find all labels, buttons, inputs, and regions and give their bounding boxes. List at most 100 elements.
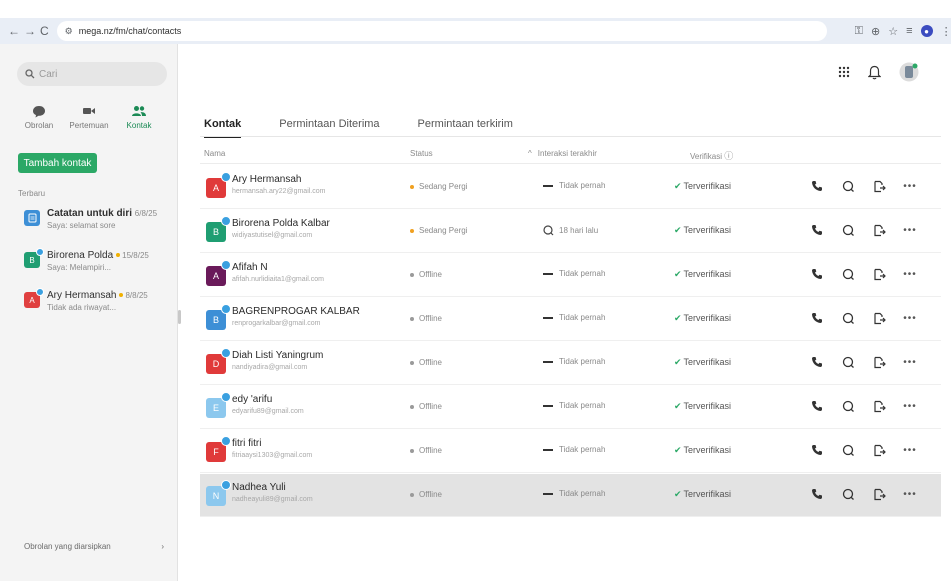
- chat-icon[interactable]: [841, 179, 855, 193]
- tab-permintaan-diterima[interactable]: Permintaan Diterima: [279, 118, 379, 130]
- chat-item-ary[interactable]: A Ary Hermansah 8/8/25 Tidak ada riwayat.…: [24, 288, 174, 324]
- status-badge: Offline: [410, 446, 442, 455]
- password-key-icon[interactable]: ⚿: [855, 25, 863, 38]
- recent-label: Terbaru: [18, 189, 46, 198]
- call-icon[interactable]: [810, 487, 824, 501]
- chat-title: Birorena Polda: [47, 250, 114, 261]
- reload-icon[interactable]: C: [40, 22, 49, 40]
- zoom-icon[interactable]: ⊕: [871, 25, 880, 38]
- send-file-icon[interactable]: [872, 355, 886, 369]
- more-options-icon[interactable]: •••: [903, 399, 917, 413]
- more-options-icon[interactable]: •••: [903, 311, 917, 325]
- verified-badge-icon: [221, 348, 231, 358]
- table-row[interactable]: Ffitri fitri fitriaaysi1303@gmail.com Offl…: [200, 430, 941, 473]
- call-icon[interactable]: [810, 223, 824, 237]
- chat-icon[interactable]: [841, 487, 855, 501]
- bookmark-star-icon[interactable]: ☆: [888, 25, 898, 38]
- call-icon[interactable]: [810, 267, 824, 281]
- call-icon[interactable]: [810, 399, 824, 413]
- avatar: B: [24, 248, 44, 268]
- table-row[interactable]: N Nadhea Yuli nadheayuli89@gmail.com Offlin…: [200, 474, 941, 517]
- more-options-icon[interactable]: •••: [903, 267, 917, 281]
- sidebar-resize-handle[interactable]: [178, 310, 181, 324]
- status-badge: Offline: [410, 402, 442, 411]
- tab-permintaan-terkirim[interactable]: Permintaan terkirim: [418, 118, 513, 130]
- table-row[interactable]: A Ary Hermansah hermansah.ary22@gmail.com S…: [200, 166, 941, 209]
- avatar-initial: B: [29, 255, 35, 265]
- send-file-icon[interactable]: [872, 311, 886, 325]
- tab-kontak[interactable]: Kontak: [115, 104, 163, 130]
- browser-menu-icon[interactable]: ⋮: [941, 25, 951, 38]
- column-header-name[interactable]: Nama: [204, 149, 225, 158]
- add-contact-button[interactable]: Tambah kontak: [18, 153, 97, 173]
- chat-icon[interactable]: [841, 223, 855, 237]
- verified-badge-icon: [221, 480, 231, 490]
- call-icon[interactable]: [810, 311, 824, 325]
- profile-avatar-icon[interactable]: ●: [920, 25, 933, 37]
- send-file-icon[interactable]: [872, 399, 886, 413]
- send-file-icon[interactable]: [872, 487, 886, 501]
- column-header-interaction[interactable]: ^ Interaksi terakhir: [528, 149, 597, 158]
- more-options-icon[interactable]: •••: [903, 487, 917, 501]
- contact-email: hermansah.ary22@gmail.com: [232, 188, 326, 195]
- table-row[interactable]: D Diah Listi Yaningrum nandiyadira@gmail.c…: [200, 342, 941, 385]
- apps-grid-icon[interactable]: [838, 66, 850, 81]
- address-bar[interactable]: ⚙ mega.nz/fm/chat/contacts: [56, 21, 827, 41]
- status-badge: Sedang Pergi: [410, 182, 467, 191]
- send-file-icon[interactable]: [872, 443, 886, 457]
- chat-icon[interactable]: [841, 355, 855, 369]
- table-row[interactable]: Eedy 'arifu edyarifu89@gmail.com Offline Ti…: [200, 386, 941, 429]
- dash-icon: [543, 316, 553, 319]
- more-options-icon[interactable]: •••: [903, 355, 917, 369]
- avatar-initial: A: [212, 271, 219, 281]
- call-icon[interactable]: [810, 179, 824, 193]
- chat-icon[interactable]: [841, 267, 855, 281]
- back-icon[interactable]: ←: [8, 22, 20, 40]
- last-interaction-text: Tidak pernah: [559, 489, 606, 498]
- chat-icon[interactable]: [841, 399, 855, 413]
- send-file-icon[interactable]: [872, 179, 886, 193]
- info-icon[interactable]: ⓘ: [724, 151, 733, 161]
- dash-icon: [543, 360, 553, 363]
- more-options-icon[interactable]: •••: [903, 443, 917, 457]
- chat-icon: [543, 225, 554, 236]
- notification-bell-icon[interactable]: [867, 65, 882, 83]
- status-dot: [410, 316, 414, 321]
- verification-text: Terverifikasi: [683, 357, 732, 367]
- tab-pertemuan[interactable]: Pertemuan: [65, 104, 113, 130]
- send-file-icon[interactable]: [872, 223, 886, 237]
- chat-icon[interactable]: [841, 311, 855, 325]
- table-row[interactable]: B BAGRENPROGAR KALBAR renprogarkalbar@gmai…: [200, 298, 941, 341]
- check-icon: ✔: [674, 357, 682, 367]
- search-input[interactable]: Cari: [17, 62, 167, 86]
- tab-obrolan[interactable]: Obrolan: [15, 104, 63, 130]
- chat-icon[interactable]: [841, 443, 855, 457]
- tab-kontak-main[interactable]: Kontak: [204, 118, 242, 138]
- chat-item-birorena[interactable]: B Birorena Polda 15/8/25 Saya: Melampiri.…: [24, 248, 174, 284]
- column-header-verification[interactable]: Verifikasi ⓘ: [690, 149, 733, 162]
- more-options-icon[interactable]: •••: [903, 223, 917, 237]
- status-text: Sedang Pergi: [419, 226, 468, 235]
- verified-badge-icon: [221, 216, 231, 226]
- status-text: Offline: [419, 314, 442, 323]
- more-options-icon[interactable]: •••: [903, 179, 917, 193]
- extensions-icon[interactable]: ≡: [906, 25, 912, 37]
- site-settings-icon[interactable]: ⚙: [65, 26, 73, 37]
- call-icon[interactable]: [810, 355, 824, 369]
- user-avatar[interactable]: [899, 62, 919, 85]
- archived-chats-link[interactable]: Obrolan yang diarsipkan ›: [24, 542, 164, 551]
- table-row[interactable]: B Birorena Polda Kalbar widiyastutisel@gma…: [200, 210, 941, 253]
- send-file-icon[interactable]: [872, 267, 886, 281]
- verified-badge-icon: [221, 172, 231, 182]
- verification-status: ✔ Terverifikasi: [674, 225, 731, 236]
- chat-item-note-to-self[interactable]: Catatan untuk diri 6/8/25 Saya: selamat …: [24, 208, 174, 242]
- call-icon[interactable]: [810, 443, 824, 457]
- check-icon: ✔: [674, 445, 682, 455]
- table-row[interactable]: A Afifah N afifah.nurlidiaita1@gmail.com Of…: [200, 254, 941, 297]
- last-interaction-text: Tidak pernah: [559, 313, 606, 322]
- forward-icon[interactable]: →: [24, 22, 36, 40]
- column-header-status[interactable]: Status: [410, 149, 433, 158]
- last-interaction: Tidak pernah: [543, 357, 605, 366]
- contact-name: edy 'arifu: [232, 394, 273, 405]
- avatar-initial: F: [213, 447, 219, 457]
